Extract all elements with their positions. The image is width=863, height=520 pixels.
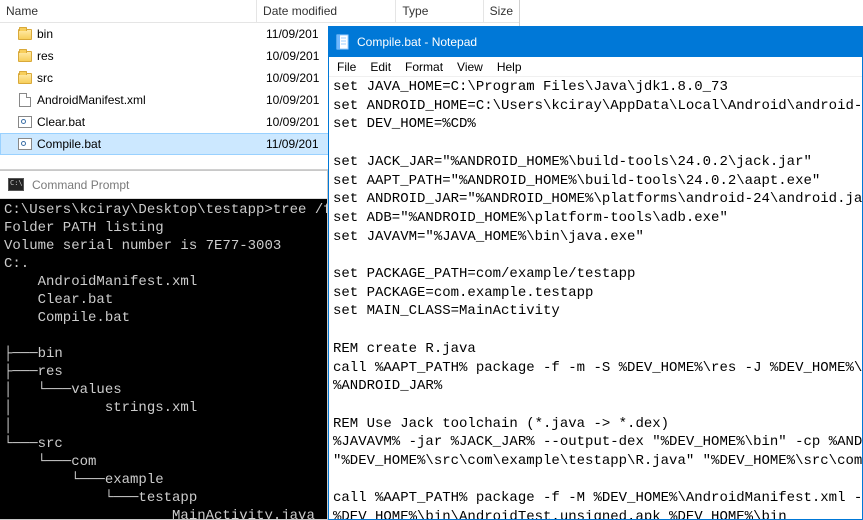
command-prompt-title: Command Prompt <box>32 178 129 192</box>
file-name: Compile.bat <box>37 137 266 151</box>
notepad-titlebar[interactable]: Compile.bat - Notepad <box>329 27 862 57</box>
explorer-columns-header: Name Date modified Type Size <box>0 0 519 23</box>
notepad-text-area[interactable]: set JAVA_HOME=C:\Program Files\Java\jdk1… <box>329 77 862 519</box>
folder-icon <box>16 26 34 42</box>
file-name: Clear.bat <box>37 115 266 129</box>
file-name: res <box>37 49 266 63</box>
menu-edit[interactable]: Edit <box>370 60 391 74</box>
command-prompt-titlebar[interactable]: Command Prompt <box>0 171 327 199</box>
notepad-title: Compile.bat - Notepad <box>357 35 477 49</box>
notepad-icon <box>335 34 351 50</box>
menu-file[interactable]: File <box>337 60 356 74</box>
file-name: bin <box>37 27 266 41</box>
col-size[interactable]: Size <box>484 0 519 22</box>
notepad-menubar: File Edit Format View Help <box>329 57 862 77</box>
col-date[interactable]: Date modified <box>257 0 396 22</box>
file-name: src <box>37 71 266 85</box>
col-type[interactable]: Type <box>396 0 483 22</box>
notepad-window: Compile.bat - Notepad File Edit Format V… <box>328 26 863 520</box>
file-icon <box>16 92 34 108</box>
command-prompt-body[interactable]: C:\Users\kciray\Desktop\testapp>tree /f … <box>0 199 327 519</box>
folder-icon <box>16 48 34 64</box>
bat-file-icon <box>16 114 34 130</box>
folder-icon <box>16 70 34 86</box>
menu-view[interactable]: View <box>457 60 483 74</box>
command-prompt-icon <box>8 178 24 191</box>
file-name: AndroidManifest.xml <box>37 93 266 107</box>
menu-help[interactable]: Help <box>497 60 522 74</box>
bat-file-icon <box>16 136 34 152</box>
col-name[interactable]: Name <box>0 0 257 22</box>
command-prompt-window: Command Prompt C:\Users\kciray\Desktop\t… <box>0 170 328 520</box>
menu-format[interactable]: Format <box>405 60 443 74</box>
